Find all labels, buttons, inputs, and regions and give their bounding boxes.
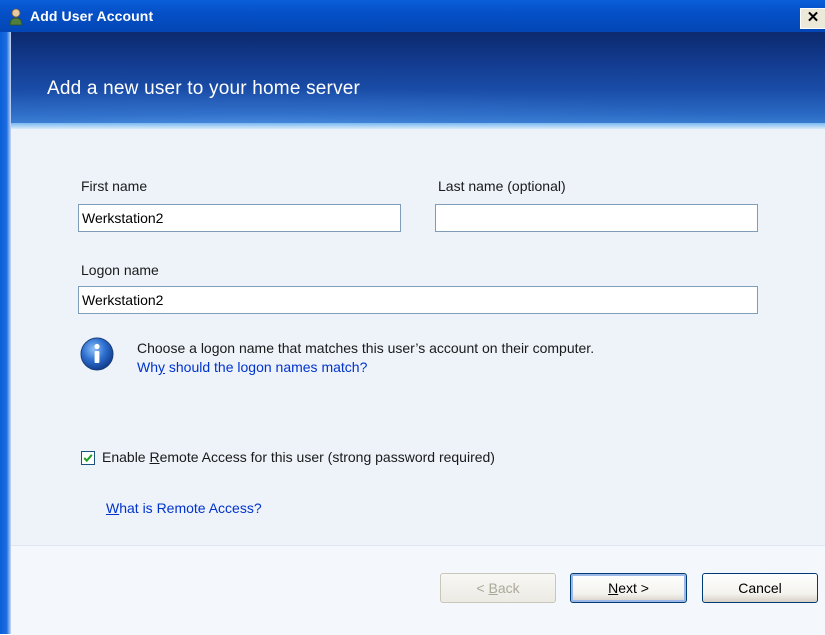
button-text-end: ack xyxy=(497,580,520,596)
button-accelerator: N xyxy=(608,580,619,596)
close-icon: ✕ xyxy=(806,9,820,26)
link-text-end: should the logon names match? xyxy=(165,359,368,375)
back-button[interactable]: < Back xyxy=(440,573,556,603)
info-message: Choose a logon name that matches this us… xyxy=(137,340,595,356)
last-name-label: Last name (optional) xyxy=(438,178,566,194)
remote-access-label[interactable]: Enable Remote Access for this user (stro… xyxy=(102,449,495,465)
checkmark-icon xyxy=(83,454,93,463)
link-text-start: Wh xyxy=(137,359,158,375)
first-name-field[interactable] xyxy=(78,204,401,232)
link-accelerator: y xyxy=(158,359,165,375)
banner-heading: Add a new user to your home server xyxy=(47,78,361,99)
label-accelerator: R xyxy=(149,449,160,465)
next-button[interactable]: Next > xyxy=(570,573,687,603)
logon-name-label: Logon name xyxy=(81,262,159,278)
label-text-start: Enable xyxy=(102,449,150,465)
remote-access-checkbox[interactable] xyxy=(81,451,95,465)
link-accelerator: W xyxy=(106,500,120,516)
close-button[interactable]: ✕ xyxy=(800,8,825,29)
button-text-end: ext > xyxy=(618,580,649,596)
dialog-window: Add User Account ✕ Add a new user to you… xyxy=(0,0,825,635)
header-banner: Add a new user to your home server xyxy=(11,32,825,129)
button-accelerator: B xyxy=(488,580,498,596)
remote-access-help-link[interactable]: What is Remote Access? xyxy=(106,500,262,516)
label-text-end: emote Access for this user (strong passw… xyxy=(159,449,495,465)
logon-match-help-link[interactable]: Why should the logon names match? xyxy=(137,359,367,375)
last-name-field[interactable] xyxy=(435,204,758,232)
title-bar[interactable]: Add User Account ✕ xyxy=(0,0,825,32)
link-text-end: hat is Remote Access? xyxy=(119,500,262,516)
logon-name-field[interactable] xyxy=(78,286,758,314)
cancel-button[interactable]: Cancel xyxy=(702,573,818,603)
button-text-start: < xyxy=(476,580,489,596)
first-name-label: First name xyxy=(81,178,148,194)
info-icon xyxy=(80,337,114,371)
user-account-icon xyxy=(8,8,24,26)
window-title: Add User Account xyxy=(30,8,154,24)
window-border xyxy=(0,32,11,634)
